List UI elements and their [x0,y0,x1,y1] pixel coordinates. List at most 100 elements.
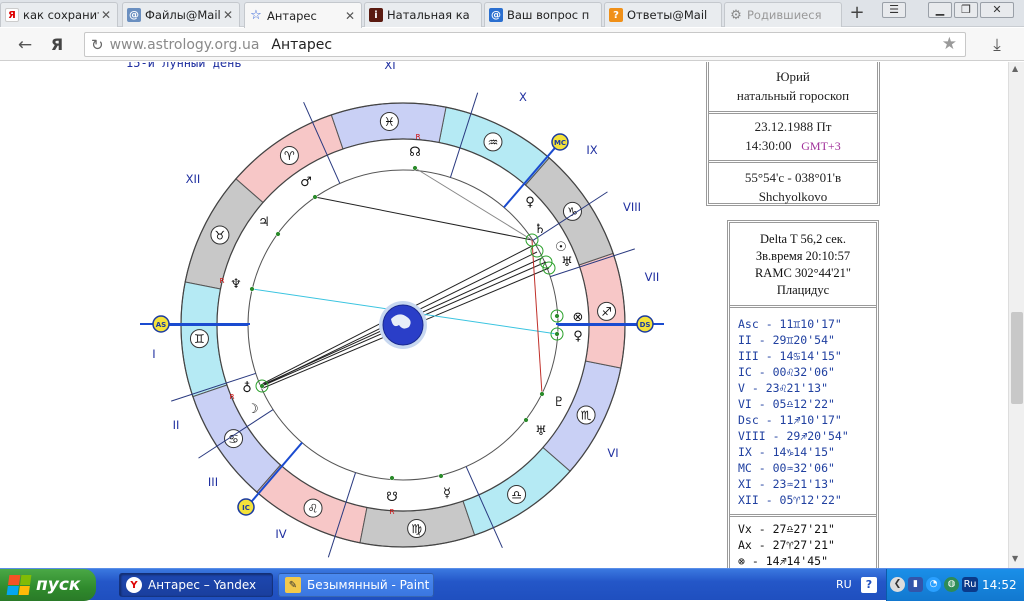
planet-glyph: ♇ [553,395,565,410]
sidereal-time: Зв.время 20:10:57 [755,249,851,263]
scroll-down-icon[interactable]: ▼ [1012,554,1018,563]
tab-natal-chart[interactable]: i Натальная ка [364,2,482,27]
special-points-list: Vx - 27♎27'21" Ax - 27♈27'21" ⊗ - 14♐14'… [730,517,876,568]
task-yandex-browser[interactable]: Y Антарес – Yandex [119,573,273,597]
cusp-iii: III - 14♋14'15" [738,349,842,363]
tray-arrow-icon[interactable]: ❮ [890,577,905,592]
back-arrow-icon[interactable]: ← [14,34,36,56]
planet-glyph: ♄ [534,222,546,237]
tab-yandex-search[interactable]: Я как сохранит ✕ [0,2,118,27]
cusp-dsc: Dsc - 11♐10'17" [738,413,842,427]
house-system: Плацидус [776,283,830,297]
house-numeral: III [208,475,218,489]
minimize-icon[interactable]: ▁ [928,2,952,18]
address-bar[interactable]: ↻ www.astrology.org.ua Антарес ★ [84,32,966,57]
task-paint[interactable]: ✎ Безымянный - Paint [278,573,434,597]
tray-keyboard-lang[interactable]: Ru [962,577,978,592]
tab-label: Ответы@Mail [627,8,708,22]
planet-position-dot [523,417,529,423]
planet-position-dot [275,231,281,237]
planet-position-dot [412,165,418,171]
tray-device-icon[interactable]: ▮ [908,577,923,592]
url-page-title: Антарес [271,36,333,53]
paint-icon: ✎ [285,577,301,593]
cusp-xi: XI - 23♒21'13" [738,477,835,491]
place-name: Shchyolkovo [758,189,828,204]
language-indicator[interactable]: RU [836,578,852,591]
house-numeral: VIII [623,200,641,214]
house-numeral: VI [607,446,618,460]
house-numeral: IV [275,527,286,541]
windows-flag-icon [6,575,32,595]
new-tab-button[interactable]: + [846,4,868,24]
windows-taskbar: пуск Y Антарес – Yandex ✎ Безымянный - P… [0,568,1024,601]
retrograde-mark: R [390,508,395,516]
planet-position-dot [554,331,560,337]
tab-answers-mail[interactable]: ? Ответы@Mail [604,2,722,27]
tab-mail-files[interactable]: @ Файлы@Mail.R ✕ [122,2,240,27]
house-numeral: VII [645,270,660,284]
birth-time: 14:30:00 [745,138,792,153]
bookmark-star-icon[interactable]: ★ [942,34,957,54]
cusp-ii: II - 29♊20'54" [738,333,835,347]
scroll-thumb[interactable] [1011,312,1023,404]
help-icon[interactable]: ? [861,577,877,593]
page-content: 15-й лунный день ♈ ♉ ♊ ♋ ♌ ♍ ♎ ♏ ♐ ♑ ♒ ♓ XI X IX VIII VI… [0,62,1008,568]
zodiac-sign-glyph: ♎ [511,488,522,502]
restore-icon[interactable]: ❐ [954,2,978,18]
close-icon[interactable]: ✕ [99,8,113,22]
yandex-browser-icon: Y [126,577,142,593]
tray-globe-icon[interactable]: ◍ [944,577,959,592]
delta-t: Delta T 56,2 сек. [760,232,846,246]
house-numeral: X [519,90,527,104]
house-numeral: IX [586,143,597,157]
start-button[interactable]: пуск [0,569,96,601]
dsc-badge-label: DS [640,321,651,329]
cusp-ic: IC - 00♌32'06" [738,365,835,379]
cusp-ix: IX - 14♑14'15" [738,445,835,459]
person-section: Юрий натальный гороскоп [709,62,877,114]
planet-glyph: ♆ [230,277,242,292]
download-icon[interactable]: ⤓ [986,34,1008,56]
point-fortune: ⊗ - 14♐14'45" [738,554,829,568]
retrograde-mark: R [416,133,421,141]
planet-glyph: ♅ [535,424,547,439]
vertical-scrollbar[interactable]: ▲ ▼ [1008,62,1024,568]
close-window-icon[interactable]: ✕ [980,2,1014,18]
tray-network-icon[interactable]: ◔ [926,577,941,592]
planet-position-dot [554,313,560,319]
answers-icon: ? [609,8,623,22]
tab-label: Файлы@Mail.R [145,8,221,22]
candle-icon: i [369,8,383,22]
planet-position-dot [539,391,545,397]
house-numeral: XI [384,62,395,72]
planet-glyph: ☽ [247,402,259,417]
tab-label: как сохранит [23,8,99,22]
house-numeral: II [173,418,180,432]
tab-mail-question[interactable]: @ Ваш вопрос п [484,2,602,27]
planet-position-dot [438,473,444,479]
reload-icon[interactable]: ↻ [91,36,104,54]
zodiac-sign-glyph: ♏ [581,408,592,422]
close-icon[interactable]: ✕ [221,8,235,22]
scroll-up-icon[interactable]: ▲ [1012,64,1018,73]
house-numeral: XII [186,172,201,186]
zodiac-sign-glyph: ♌ [308,502,319,516]
task-label: Антарес – Yandex [148,578,257,592]
planet-glyph: ☋ [386,490,398,505]
start-label: пуск [36,575,81,595]
tab-antares[interactable]: ☆ Антарес ✕ [244,2,362,28]
tab-born[interactable]: ⚙ Родившиеся [724,2,842,27]
tab-label: Натальная ка [387,8,470,22]
zodiac-sign-glyph: ♐ [601,305,612,319]
house-cusps-list: Asc - 11♊10'17" II - 29♊20'54" III - 14♋… [730,308,876,517]
planet-position-dot [259,383,265,389]
zodiac-sign-glyph: ♈ [284,149,295,163]
navigation-bar: ← Я ↻ www.astrology.org.ua Антарес ★ ⤓ [0,28,1024,61]
gear-icon: ⚙ [730,7,742,23]
close-icon[interactable]: ✕ [343,9,357,23]
yandex-logo[interactable]: Я [46,34,68,56]
tab-menu-icon[interactable]: ☰ [882,2,906,18]
gmt-offset: GMT+3 [801,139,841,153]
zodiac-sign-glyph: ♉ [215,229,226,243]
